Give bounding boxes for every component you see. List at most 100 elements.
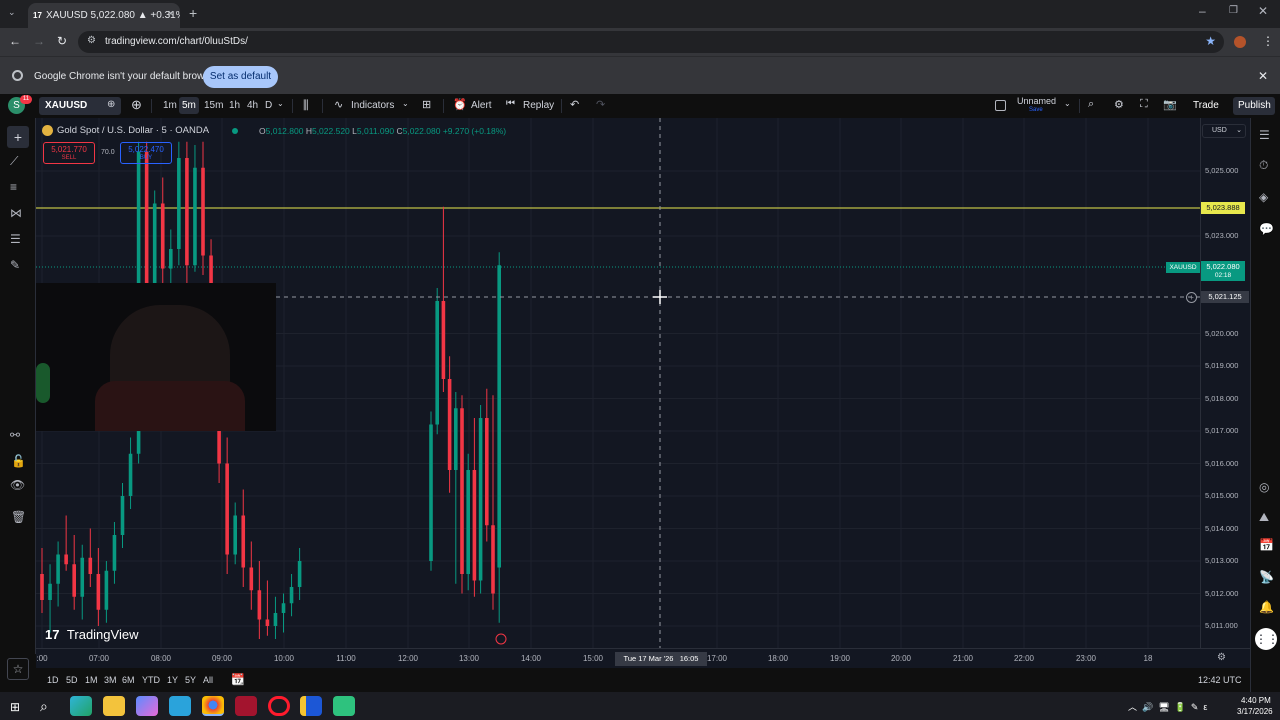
range-ytd[interactable]: YTD: [142, 675, 160, 685]
sell-button[interactable]: 5,021.770 SELL: [43, 142, 95, 164]
brush-tool-icon[interactable]: ✎: [10, 258, 20, 272]
add-symbol-icon[interactable]: ⊕: [131, 97, 142, 113]
interval-dropdown-icon[interactable]: ⌄: [277, 99, 284, 108]
browser-menu-icon[interactable]: ⋮: [1262, 34, 1274, 48]
chart-type-icon[interactable]: ⫼: [303, 98, 309, 113]
pine-icon[interactable]: ⛰: [1259, 510, 1269, 525]
candle-body[interactable]: [441, 301, 446, 379]
interval-4h[interactable]: 4h: [244, 97, 261, 114]
candle-body[interactable]: [281, 603, 286, 613]
favorites-star-icon[interactable]: ☆: [7, 658, 29, 680]
redo-icon[interactable]: ↷: [596, 98, 605, 111]
candle-body[interactable]: [96, 574, 101, 610]
hide-drawings-icon[interactable]: 👁: [10, 478, 25, 492]
range-3m[interactable]: 3M: [104, 675, 117, 685]
undo-icon[interactable]: ↶: [570, 98, 579, 111]
forward-icon[interactable]: →: [33, 34, 45, 48]
candle-body[interactable]: [478, 418, 483, 581]
interval-1m[interactable]: 1m: [160, 97, 180, 114]
extension-icon[interactable]: [1234, 36, 1246, 48]
candle-body[interactable]: [48, 583, 52, 600]
restore-icon[interactable]: ❐: [1229, 5, 1238, 16]
candle-body[interactable]: [447, 379, 452, 470]
quick-search-icon[interactable]: ⌕: [1088, 98, 1094, 111]
news-feed-icon[interactable]: 📡: [1259, 570, 1274, 584]
fib-tool-icon[interactable]: ≡: [10, 180, 17, 194]
candle-body[interactable]: [435, 301, 439, 425]
candle-body[interactable]: [193, 167, 197, 266]
bookmark-star-icon[interactable]: ★: [1205, 34, 1216, 48]
tab-search-icon[interactable]: ⌄: [8, 7, 16, 18]
candle-body[interactable]: [491, 525, 495, 594]
copilot-icon[interactable]: [136, 696, 158, 716]
start-icon[interactable]: ⊞: [10, 700, 20, 714]
alerts-clock-icon[interactable]: ⏱: [1259, 158, 1268, 173]
candle-body[interactable]: [160, 203, 165, 269]
legend-title[interactable]: Gold Spot / U.S. Dollar · 5 · OANDA: [57, 125, 209, 136]
fullscreen-icon[interactable]: ⛶: [1140, 98, 1148, 111]
layout-name[interactable]: Unnamed: [1017, 96, 1056, 106]
trendline-tool-icon[interactable]: ⟋: [10, 154, 18, 169]
search-icon[interactable]: ⌕: [40, 698, 48, 715]
interval-1h[interactable]: 1h: [226, 97, 243, 114]
object-tree-icon[interactable]: ◈: [1259, 190, 1268, 204]
apps-grid-icon[interactable]: ⋮⋮: [1255, 628, 1279, 650]
candle-body[interactable]: [225, 463, 229, 555]
snapshot-icon[interactable]: 📷: [1163, 98, 1177, 111]
app-green-icon[interactable]: [333, 696, 355, 716]
candle-body[interactable]: [241, 515, 246, 568]
tray-icons[interactable]: ︿🔊🖥🔋✎ε: [1128, 700, 1212, 713]
candle-body[interactable]: [454, 408, 458, 470]
candle-body[interactable]: [201, 167, 205, 256]
range-6m[interactable]: 6M: [122, 675, 135, 685]
candle-body[interactable]: [185, 158, 189, 266]
candle-body[interactable]: [104, 570, 109, 610]
candle-body[interactable]: [273, 613, 278, 626]
candle-body[interactable]: [56, 554, 60, 584]
candle-body[interactable]: [72, 564, 76, 597]
chart-pane[interactable]: Gold Spot / U.S. Dollar · 5 · OANDA O5,0…: [36, 118, 1200, 648]
reload-icon[interactable]: ↻: [57, 34, 67, 48]
minimize-icon[interactable]: –: [1199, 4, 1206, 18]
delete-drawings-icon[interactable]: 🗑: [11, 510, 26, 524]
url-field[interactable]: ⚙ tradingview.com/chart/0luuStDs/ ★: [78, 31, 1224, 53]
utc-clock[interactable]: 12:42 UTC: [1198, 675, 1242, 685]
range-1d[interactable]: 1D: [47, 675, 59, 685]
taskbar-time[interactable]: 4:40 PM: [1241, 696, 1271, 705]
edge-icon[interactable]: [70, 696, 92, 716]
indicators-icon[interactable]: ∿: [334, 98, 343, 111]
layout-dropdown-icon[interactable]: ⌄: [1064, 99, 1071, 108]
candle-body[interactable]: [289, 587, 294, 604]
close-infobar-icon[interactable]: ✕: [1258, 69, 1268, 83]
candle-body[interactable]: [297, 561, 302, 587]
candle-body[interactable]: [169, 249, 173, 269]
candle-body[interactable]: [257, 590, 262, 620]
goto-date-icon[interactable]: 📆: [231, 673, 245, 686]
file-explorer-icon[interactable]: [103, 696, 125, 716]
set-as-default-button[interactable]: Set as default: [203, 66, 278, 88]
site-info-icon[interactable]: ⚙: [87, 35, 96, 46]
candle-body[interactable]: [265, 619, 270, 627]
replay-icon[interactable]: ⏮: [506, 98, 515, 109]
price-axis[interactable]: USD ⌄ 5,025.000 5,023.000 5,020.000 5,019.0…: [1200, 118, 1250, 648]
symbol-search-button[interactable]: XAUUSD ⊕: [39, 97, 121, 115]
interval-D[interactable]: D: [262, 97, 275, 114]
candle-body[interactable]: [497, 265, 501, 568]
publish-button[interactable]: Publish: [1233, 97, 1275, 115]
browser-tab[interactable]: 17 XAUUSD 5,022.080 ▲ +0.31% U ×: [28, 3, 180, 28]
range-1y[interactable]: 1Y: [167, 675, 178, 685]
layouts-icon[interactable]: ⊞: [422, 98, 431, 111]
candle-body[interactable]: [112, 535, 117, 571]
candle-body[interactable]: [233, 515, 237, 555]
magnet-tool-icon[interactable]: ⚯: [10, 428, 20, 442]
lock-drawings-icon[interactable]: 🔓: [11, 454, 26, 468]
notifications-bell-icon[interactable]: 🔔: [1259, 600, 1274, 614]
candle-body[interactable]: [40, 574, 44, 600]
candle-body[interactable]: [128, 453, 133, 496]
watchlist-icon[interactable]: ☰: [1259, 128, 1270, 142]
indicators-dropdown-icon[interactable]: ⌄: [402, 99, 409, 108]
trade-button[interactable]: Trade: [1186, 97, 1226, 115]
alert-icon[interactable]: ⏰: [453, 98, 467, 111]
buy-button[interactable]: 5,022.470 BUY: [120, 142, 172, 164]
close-tab-icon[interactable]: ×: [168, 8, 174, 20]
